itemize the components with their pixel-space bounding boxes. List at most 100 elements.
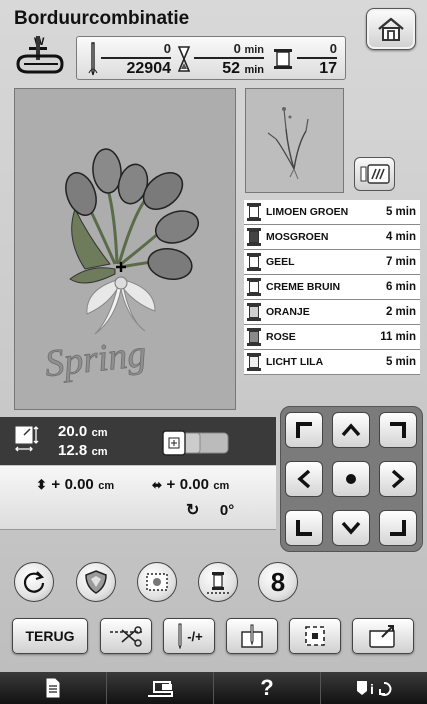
thread-color-list[interactable]: LIMOEN GROEN 5 min MOSGROEN 4 min GEEL 7 min C… — [244, 200, 420, 375]
rotate-small-icon: ↻ — [186, 502, 200, 519]
chevron-left-icon — [297, 469, 311, 489]
spool-icon — [247, 278, 261, 296]
thread-name: LIMOEN GROEN — [266, 206, 349, 218]
presser-foot-w-icon: W — [14, 34, 68, 78]
thread-row[interactable]: LICHT LILA 5 min — [244, 350, 420, 375]
thread-time: 11 min — [380, 331, 416, 343]
thread-row[interactable]: ROSE 11 min — [244, 325, 420, 350]
color-sort-button[interactable] — [198, 562, 238, 602]
corner-down-left-icon — [296, 520, 312, 536]
needle-small-icon — [178, 623, 182, 649]
thread-row[interactable]: ORANJE 2 min — [244, 300, 420, 325]
rotate-icon — [23, 571, 45, 593]
move-up-left-button[interactable] — [285, 412, 323, 448]
stitch-adjust-label: -/+ — [187, 628, 203, 644]
settings-button[interactable]: i — [321, 672, 427, 704]
size-icon — [15, 426, 39, 452]
memory-pocket-button[interactable] — [352, 618, 414, 654]
frame-button[interactable] — [137, 562, 177, 602]
stitch-adjust-button[interactable]: -/+ — [163, 618, 215, 654]
color-count: 0 17 — [297, 41, 337, 78]
chevron-up-icon — [341, 423, 361, 437]
move-right-button[interactable] — [379, 461, 417, 497]
sewing-machine-button[interactable] — [107, 672, 214, 704]
vertical-offset: ⬍ + 0.00 cm — [36, 476, 115, 493]
corner-up-left-icon — [296, 422, 312, 438]
home-icon — [378, 17, 404, 41]
spool-icon — [247, 303, 261, 321]
size-panel: 20.0 cm 12.8 cm — [0, 417, 276, 465]
embroidery-preview[interactable]: Spring — [14, 88, 236, 410]
thread-time: 5 min — [385, 206, 416, 218]
spool-line-icon — [207, 572, 229, 594]
home-button[interactable] — [366, 8, 416, 50]
move-down-button[interactable] — [332, 510, 370, 546]
embroidery-design: Spring — [43, 148, 200, 386]
scissors-icon — [110, 626, 142, 647]
design-thumbnail — [245, 88, 344, 193]
thread-time: 7 min — [385, 256, 416, 268]
trial-button[interactable] — [289, 618, 341, 654]
chevron-down-icon — [341, 521, 361, 535]
horizontal-offset: ⬌ + 0.00 cm — [152, 476, 230, 493]
pocket-icon — [369, 625, 395, 648]
svg-text:i: i — [370, 681, 374, 697]
help-button[interactable]: ? — [214, 672, 321, 704]
document-icon — [46, 678, 60, 698]
frame-icon — [146, 573, 168, 591]
sewing-machine-icon — [148, 681, 173, 697]
thread-name: LICHT LILA — [266, 356, 324, 368]
rotate-button[interactable] — [14, 562, 54, 602]
corner-up-right-icon — [390, 422, 406, 438]
thread-time: 5 min — [385, 356, 416, 368]
center-dot-icon — [346, 474, 356, 484]
spool-icon — [274, 49, 292, 69]
count-label: 8 — [270, 566, 286, 597]
back-label: TERUG — [25, 628, 75, 644]
spool-icon — [247, 253, 261, 271]
design-width: 12.8 cm — [58, 442, 108, 459]
thread-time: 6 min — [385, 281, 416, 293]
thread-name: ORANJE — [266, 306, 310, 318]
thread-row[interactable]: LIMOEN GROEN 5 min — [244, 200, 420, 225]
shield-icon — [85, 570, 107, 594]
repeat-count-button[interactable]: 8 — [258, 562, 298, 602]
trim-button[interactable] — [100, 618, 152, 654]
arrow-pad — [280, 406, 423, 552]
stitch-count: 0 22904 — [101, 41, 171, 78]
corner-down-right-icon — [390, 520, 406, 536]
needle-frame-icon — [241, 624, 263, 648]
chevron-right-icon — [391, 469, 405, 489]
svg-text:Spring: Spring — [43, 333, 148, 385]
thread-row[interactable]: GEEL 7 min — [244, 250, 420, 275]
hourglass-icon — [177, 46, 191, 72]
page-title: Borduurcombinatie — [14, 8, 190, 29]
back-button[interactable]: TERUG — [12, 618, 88, 654]
move-down-left-button[interactable] — [285, 510, 323, 546]
spool-icon — [247, 203, 261, 221]
manual-button[interactable] — [0, 672, 107, 704]
applique-button[interactable] — [76, 562, 116, 602]
thread-palette-icon — [360, 164, 390, 184]
rotation-angle: ↻ 0° — [186, 502, 235, 519]
help-label: ? — [260, 675, 274, 700]
settings-info-icon: i — [357, 681, 392, 697]
thread-time: 2 min — [385, 306, 416, 318]
thread-name: MOSGROEN — [266, 231, 329, 243]
needle-position-button[interactable] — [226, 618, 278, 654]
thread-palette-button[interactable] — [354, 157, 395, 191]
move-down-right-button[interactable] — [379, 510, 417, 546]
spool-icon — [247, 353, 261, 371]
needle-icon — [88, 42, 98, 76]
footer-bar: ? i — [0, 672, 427, 704]
center-button[interactable] — [332, 461, 370, 497]
time-count: 0 min 52 min — [194, 41, 264, 78]
position-panel: ⬍ + 0.00 cm ⬌ + 0.00 cm ↻ 0° — [0, 466, 276, 530]
design-height: 20.0 cm — [58, 423, 108, 440]
thread-row[interactable]: CREME BRUIN 6 min — [244, 275, 420, 300]
move-up-right-button[interactable] — [379, 412, 417, 448]
move-up-button[interactable] — [332, 412, 370, 448]
move-left-button[interactable] — [285, 461, 323, 497]
spool-icon — [247, 228, 261, 246]
thread-row[interactable]: MOSGROEN 4 min — [244, 225, 420, 250]
